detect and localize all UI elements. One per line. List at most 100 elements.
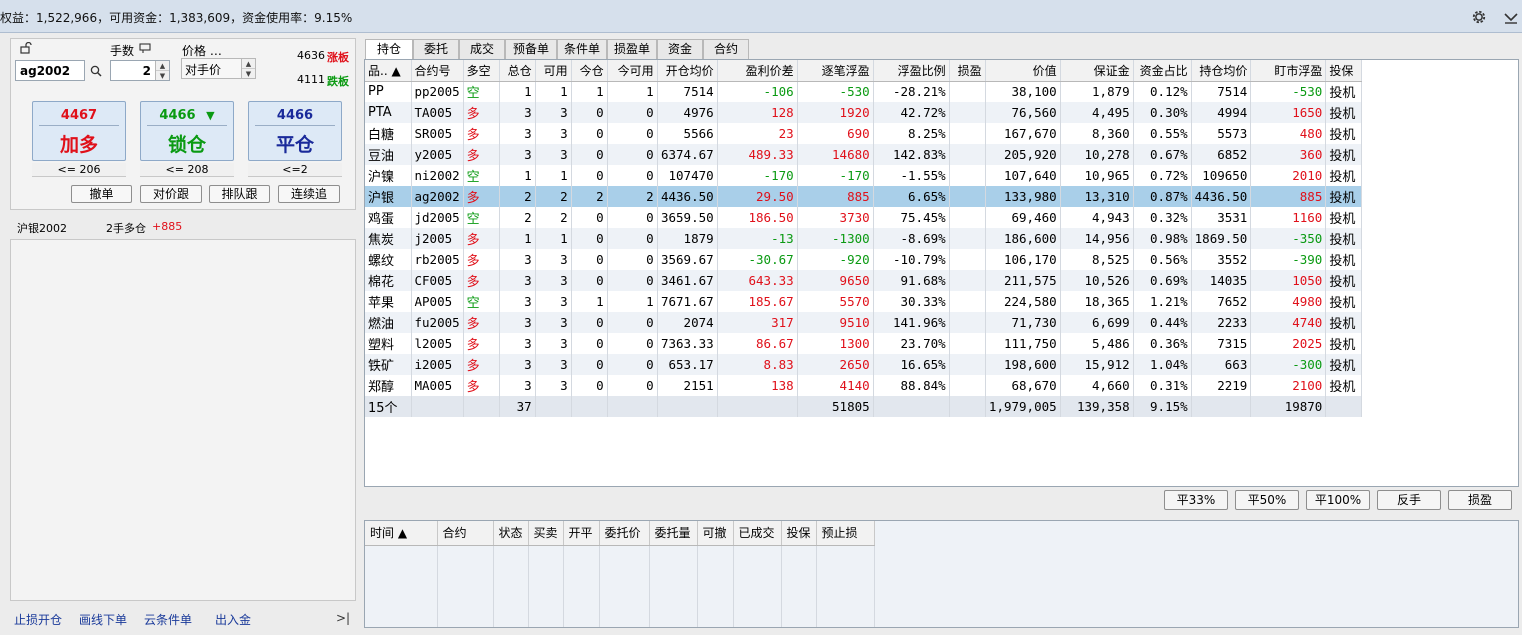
stop-loss-open-link[interactable]: 止损开仓 [14,611,62,628]
tab-contracts[interactable]: 合约 [703,39,749,59]
cancel-order-button[interactable]: 撤单 [71,185,132,203]
order-column-header[interactable]: 开平 [563,521,600,546]
contract-input[interactable]: ag2002 [15,60,85,81]
add-long-button[interactable]: 4467 加多 [32,101,126,161]
table-row[interactable]: 燃油 fu2005 多 3 3 0 0 2074 317 9510 141.96% 71,730 6,6… [365,312,1363,333]
queue-follow-button[interactable]: 排队跟 [209,185,270,203]
table-row[interactable]: 塑料 l2005 多 3 3 0 0 7363.33 86.67 1300 23.70% 111,75… [365,333,1363,354]
column-header[interactable]: 今仓 [571,60,608,82]
table-row[interactable]: 棉花 CF005 多 3 3 0 0 3461.67 643.33 9650 91.68% 211,5… [365,270,1363,291]
table-cell: 0 [607,375,658,396]
column-header[interactable]: 盯市浮盈 [1250,60,1327,82]
unlock-icon[interactable] [20,42,32,54]
close-100-button[interactable]: 平100% [1306,490,1370,510]
table-cell: 0 [607,165,658,186]
continuous-chase-button[interactable]: 连续追 [278,185,340,203]
table-cell: 3 [499,354,536,375]
order-column-header[interactable]: 委托价 [599,521,650,546]
table-cell: 多 [463,123,500,144]
table-row[interactable]: 沪镍 ni2002 空 1 1 0 0 107470 -170 -170 -1.55% 107,640… [365,165,1363,186]
order-column-header[interactable]: 可撤 [697,521,734,546]
table-row[interactable]: 白糖 SR005 多 3 3 0 0 5566 23 690 8.25% 167,670 8,360 0.… [365,123,1363,144]
column-header[interactable]: 损盈 [949,60,986,82]
table-cell: 38,100 [985,81,1061,102]
table-cell: -10.79% [873,249,950,270]
table-cell: 燃油 [365,312,412,333]
position-name: 沪银2002 [17,222,67,235]
collapse-panel-icon[interactable]: >| [336,611,350,625]
order-column-header[interactable]: 状态 [493,521,529,546]
table-row[interactable]: 苹果 AP005 空 3 3 1 1 7671.67 185.67 5570 30.33% 224,5… [365,291,1363,312]
profit-loss-button[interactable]: 损盈 [1448,490,1512,510]
tab-positions[interactable]: 持仓 [365,39,413,60]
qty-label: 手数 [110,44,135,58]
price-spinner[interactable]: ▲ ▼ [241,59,255,78]
table-row[interactable]: 鸡蛋 jd2005 空 2 2 0 0 3659.50 186.50 3730 75.45% 69,4… [365,207,1363,228]
deposit-withdraw-link[interactable]: 出入金 [215,611,251,628]
table-cell: 0.67% [1133,144,1192,165]
table-row[interactable]: PP pp2005 空 1 1 1 1 7514 -106 -530 -28.21% 38,100 1,… [365,81,1363,102]
order-column-header[interactable]: 时间 ▲ [365,521,438,546]
lock-position-button[interactable]: 4466 ▼ 锁仓 [140,101,234,161]
table-cell: 0 [607,144,658,165]
close-position-button[interactable]: 4466 平仓 [248,101,342,161]
table-cell: 1,879 [1060,81,1134,102]
qty-spinner[interactable]: ▲ ▼ [155,61,169,80]
table-row[interactable]: 沪银 ag2002 多 2 2 2 2 4436.50 29.50 885 6.65% 133,980… [365,186,1363,207]
column-header[interactable]: 投保 [1325,60,1363,82]
qty-stepper[interactable]: 2 ▲ ▼ [110,60,170,81]
table-row[interactable]: 铁矿 i2005 多 3 3 0 0 653.17 8.83 2650 16.65% 198,600 1… [365,354,1363,375]
table-cell: 2025 [1250,333,1327,354]
column-header[interactable]: 保证金 [1060,60,1134,82]
price-mode-select[interactable]: 对手价 ▲ ▼ [181,58,256,79]
order-column-header[interactable]: 合约 [437,521,494,546]
table-cell: 0 [571,123,608,144]
column-header[interactable]: 开仓均价 [657,60,718,82]
table-row[interactable]: PTA TA005 多 3 3 0 0 4976 128 1920 42.72% 76,560 4,49… [365,102,1363,123]
column-header[interactable]: 持仓均价 [1191,60,1252,82]
reverse-button[interactable]: 反手 [1377,490,1441,510]
table-cell: 郑醇 [365,375,412,396]
table-cell: 多 [463,375,500,396]
column-header[interactable]: 逐笔浮盈 [797,60,874,82]
table-row[interactable]: 豆油 y2005 多 3 3 0 0 6374.67 489.33 14680 142.83% 205… [365,144,1363,165]
gear-icon[interactable] [1470,8,1488,26]
close-33-button[interactable]: 平33% [1164,490,1228,510]
order-column-header[interactable]: 已成交 [733,521,782,546]
tab-trades[interactable]: 成交 [459,39,505,59]
follow-counter-price-button[interactable]: 对价跟 [140,185,202,203]
order-column-header[interactable]: 买卖 [528,521,564,546]
column-header[interactable]: 价值 [985,60,1061,82]
tab-conditional-orders[interactable]: 条件单 [557,39,607,59]
column-header[interactable]: 品.. ▲ [365,60,412,82]
table-cell: 885 [797,186,874,207]
table-row[interactable]: 郑醇 MA005 多 3 3 0 0 2151 138 4140 88.84% 68,670 4,660… [365,375,1363,396]
table-cell: 0 [607,228,658,249]
table-cell: 76,560 [985,102,1061,123]
tag-icon[interactable] [139,43,151,54]
column-header[interactable]: 合约号 [411,60,464,82]
order-column-header[interactable]: 委托量 [649,521,698,546]
close-50-button[interactable]: 平50% [1235,490,1299,510]
tab-profit-loss-orders[interactable]: 损盈单 [607,39,657,59]
tab-funds[interactable]: 资金 [657,39,703,59]
chevron-down-icon[interactable] [1503,9,1519,25]
order-column-header[interactable]: 预止损 [816,521,875,546]
column-header[interactable]: 多空 [463,60,500,82]
tab-orders[interactable]: 委托 [413,39,459,59]
table-row[interactable]: 螺纹 rb2005 多 3 3 0 0 3569.67 -30.67 -920 -10.79% 106… [365,249,1363,270]
draw-line-order-link[interactable]: 画线下单 [79,611,127,628]
cloud-condition-order-link[interactable]: 云条件单 [144,611,192,628]
column-header[interactable]: 盈利价差 [717,60,798,82]
column-header[interactable]: 浮盈比例 [873,60,950,82]
table-row[interactable]: 焦炭 j2005 多 1 1 0 0 1879 -13 -1300 -8.69% 186,600 14,… [365,228,1363,249]
column-header[interactable]: 可用 [535,60,572,82]
column-header[interactable]: 总仓 [499,60,536,82]
order-column-header[interactable]: 投保 [781,521,817,546]
search-icon[interactable] [90,65,102,77]
table-cell: 8,360 [1060,123,1134,144]
column-header[interactable]: 资金占比 [1133,60,1192,82]
empty-cell [599,545,650,627]
column-header[interactable]: 今可用 [607,60,658,82]
tab-prepared-orders[interactable]: 预备单 [505,39,557,59]
